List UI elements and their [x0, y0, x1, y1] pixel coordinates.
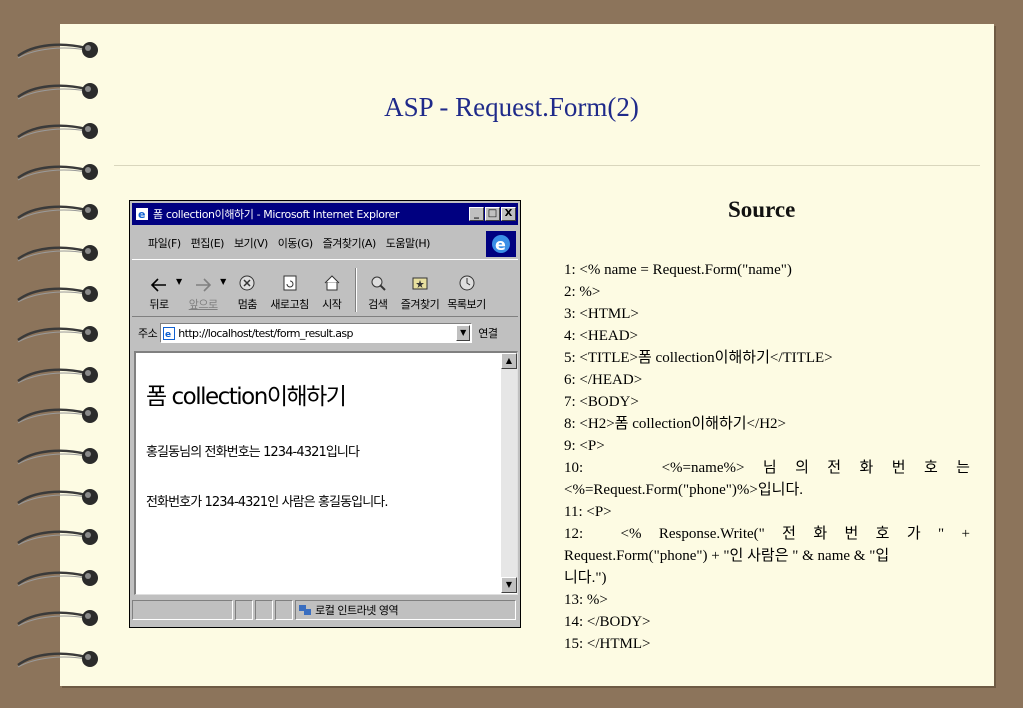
refresh-icon	[283, 275, 297, 291]
code-line: 9: <P>	[564, 438, 605, 454]
binding-ring	[17, 610, 98, 627]
status-bar: 로컬 인트라넷 영역	[132, 597, 518, 623]
minimize-button[interactable]: _	[469, 207, 484, 221]
menu-edit[interactable]: 편집(E)	[191, 235, 225, 251]
svg-text:e: e	[495, 235, 506, 254]
maximize-button[interactable]: □	[485, 207, 500, 221]
scroll-down-icon[interactable]: ▼	[501, 577, 517, 593]
menu-file[interactable]: 파일(F)	[148, 235, 181, 251]
binding-ring	[17, 285, 98, 303]
menu-favorites[interactable]: 즐겨찾기(A)	[323, 235, 377, 251]
history-icon	[459, 275, 475, 291]
favorites-button[interactable]: 즐겨찾기	[401, 274, 440, 312]
code-line: 2: %>	[564, 284, 601, 300]
status-cell	[255, 600, 274, 620]
window-titlebar[interactable]: e 폼 collection이해하기 - Microsoft Internet …	[132, 203, 518, 225]
binding-ring	[17, 529, 98, 546]
intranet-icon	[299, 605, 312, 615]
binding-ring	[17, 448, 98, 465]
source-heading: Source	[728, 197, 796, 222]
window-title: 폼 collection이해하기 - Microsoft Internet Ex…	[153, 208, 399, 221]
address-label: 주소	[138, 327, 158, 340]
stop-button[interactable]: 멈춤	[232, 274, 262, 312]
code-line: 1: <% name = Request.Form("name")	[564, 262, 792, 278]
binding-ring	[17, 651, 98, 668]
page-text-line2: 전화번호가 1234-4321인 사람은 홍길동입니다.	[146, 495, 388, 510]
menu-help[interactable]: 도움말(H)	[386, 235, 431, 251]
page-text-line1: 홍길동님의 전화번호는 1234-4321입니다	[146, 445, 360, 460]
code-line: 12: <% Response.Write(" 전 화 번 호 가 " +	[564, 526, 970, 542]
binding-ring	[17, 366, 98, 384]
address-url: http://localhost/test/form_result.asp	[178, 326, 353, 340]
binding-ring	[17, 569, 98, 587]
forward-button[interactable]: 앞으로	[188, 278, 218, 312]
page-viewport: 폼 collection이해하기 홍길동님의 전화번호는 1234-4321입니…	[134, 351, 518, 595]
code-line: 15: </HTML>	[564, 636, 651, 652]
scroll-up-icon[interactable]: ▲	[501, 353, 517, 369]
back-dropdown-icon[interactable]: ▼	[176, 277, 182, 286]
code-line: 7: <BODY>	[564, 394, 639, 410]
security-zone: 로컬 인트라넷 영역	[295, 600, 516, 620]
slide-title: ASP - Request.Form(2)	[384, 92, 639, 122]
binding-ring	[17, 204, 98, 221]
refresh-button[interactable]: 새로고침	[270, 274, 309, 312]
code-line: <%=Request.Form("phone")%>입니다.	[564, 482, 803, 498]
code-line: 3: <HTML>	[564, 306, 639, 322]
code-line: Request.Form("phone") + "인 사람은 " & name …	[564, 548, 890, 564]
ie-logo-icon: e	[486, 231, 516, 257]
binding-ring	[17, 42, 98, 59]
menu-bar: 파일(F) 편집(E) 보기(V) 이동(G) 즐겨찾기(A) 도움말(H)	[132, 229, 518, 257]
browser-toolbar: 뒤로 ▼ 앞으로 ▼ 멈춤 새로고침 시작 검색 즐겨찾기 목록보기	[132, 259, 518, 317]
go-button[interactable]: 연결	[478, 325, 498, 341]
binding-ring	[17, 326, 98, 343]
svg-text:e: e	[138, 208, 145, 221]
binding-ring	[17, 407, 98, 424]
search-button[interactable]: 검색	[363, 274, 393, 312]
code-line: 14: </BODY>	[564, 614, 651, 630]
binding-ring	[17, 163, 98, 181]
code-line: 13: %>	[564, 592, 608, 608]
status-cell	[235, 600, 254, 620]
stop-icon	[239, 275, 255, 291]
svg-text:e: e	[165, 330, 171, 340]
back-arrow-icon	[150, 278, 166, 292]
vertical-scrollbar[interactable]: ▲ ▼	[501, 353, 517, 593]
code-line: 10: <%=name%> 님 의 전 화 번 호 는	[564, 460, 970, 476]
code-line: 5: <TITLE>폼 collection이해하기</TITLE>	[564, 350, 833, 366]
code-line: 8: <H2>폼 collection이해하기</H2>	[564, 416, 786, 432]
binding-ring	[17, 245, 98, 262]
status-cell	[275, 600, 294, 620]
code-line: 11: <P>	[564, 504, 612, 520]
address-input[interactable]: e http://localhost/test/form_result.asp …	[160, 323, 473, 343]
address-dropdown-icon[interactable]: ▼	[456, 325, 471, 341]
home-button[interactable]: 시작	[317, 274, 347, 312]
forward-dropdown-icon[interactable]: ▼	[220, 277, 226, 286]
forward-arrow-icon	[196, 278, 212, 292]
favorites-icon	[412, 277, 428, 290]
address-bar: 주소 e http://localhost/test/form_result.a…	[132, 319, 518, 347]
home-icon	[324, 275, 340, 291]
code-line: 4: <HEAD>	[564, 328, 638, 344]
page-icon: e	[163, 326, 176, 340]
source-code: 1: <% name = Request.Form("name") 2: %> …	[564, 259, 970, 655]
page-heading: 폼 collection이해하기	[146, 384, 347, 410]
toolbar-separator	[354, 268, 357, 312]
close-button[interactable]: X	[501, 207, 516, 221]
back-button[interactable]: 뒤로	[144, 278, 174, 312]
menu-view[interactable]: 보기(V)	[234, 235, 268, 251]
binding-ring	[17, 488, 98, 506]
menu-go[interactable]: 이동(G)	[278, 235, 313, 251]
search-icon	[371, 276, 386, 291]
page-content: 폼 collection이해하기 홍길동님의 전화번호는 1234-4321입니…	[144, 353, 500, 593]
history-button[interactable]: 목록보기	[447, 274, 486, 312]
code-line: 니다.")	[564, 570, 607, 586]
ie-page-icon: e	[136, 208, 148, 221]
code-line: 6: </HEAD>	[564, 372, 643, 388]
binding-ring	[17, 123, 98, 140]
browser-window: e 폼 collection이해하기 - Microsoft Internet …	[129, 200, 521, 628]
status-text-cell	[132, 600, 234, 620]
title-divider	[114, 165, 980, 166]
